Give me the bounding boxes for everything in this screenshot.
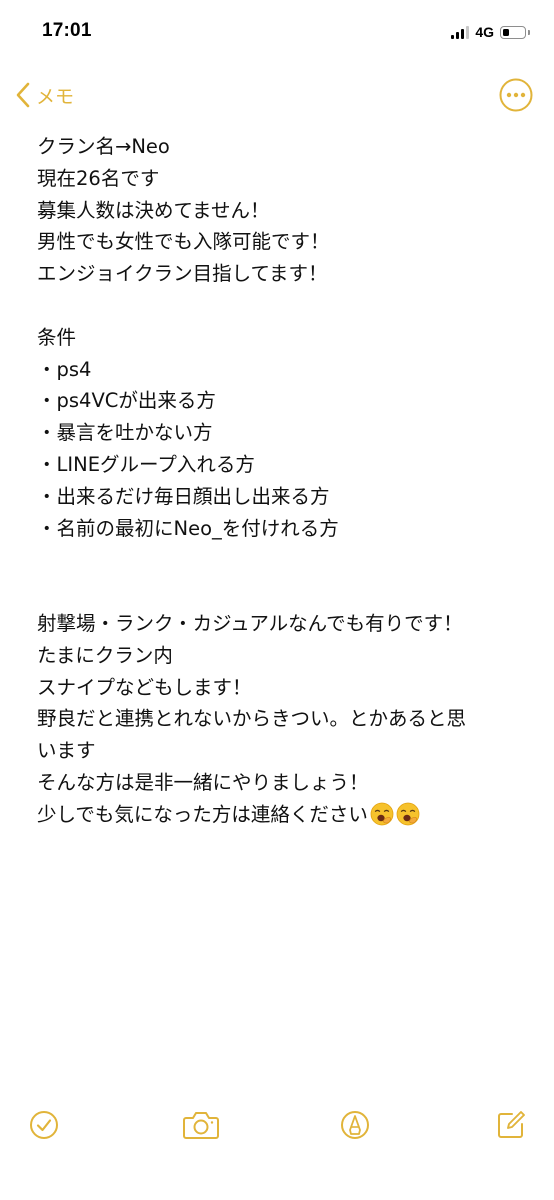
camera-button[interactable]	[181, 1108, 221, 1142]
markup-button[interactable]	[338, 1108, 372, 1142]
note-line	[37, 290, 537, 322]
note-line-text: ・ps4VCが出来る方	[37, 389, 216, 413]
network-type: 4G	[475, 24, 494, 40]
note-line: います	[37, 735, 537, 767]
note-line-text: たまにクラン内	[37, 643, 173, 667]
battery-icon	[500, 25, 526, 39]
note-line: ・出来るだけ毎日顔出し出来る方	[37, 481, 537, 513]
camera-icon	[183, 1112, 219, 1139]
status-bar: 17:01 4G	[0, 0, 554, 66]
note-line-text: スナイプなどもします！	[37, 675, 252, 699]
note-line-text: 現在26名です	[37, 166, 160, 190]
compose-button[interactable]	[494, 1108, 528, 1142]
note-line-text: そんな方は是非一緒にやりましょう！	[37, 770, 369, 794]
note-line: ・LINEグループ入れる方	[37, 449, 537, 481]
note-line-text: 野良だと連携とれないからきつい。とかあると思	[37, 707, 467, 731]
note-line: ・ps4	[37, 354, 537, 386]
checklist-icon	[30, 1111, 58, 1139]
markup-pen-icon	[341, 1111, 369, 1139]
note-line-text: 射撃場・ランク・カジュアルなんでも有りです！	[37, 611, 463, 635]
note-line-text: 募集人数は決めてません！	[37, 198, 270, 222]
note-line: 募集人数は決めてません！	[37, 195, 537, 227]
note-line-text: ・名前の最初にNeo_を付けれる方	[37, 516, 339, 540]
note-line: 現在26名です	[37, 163, 537, 195]
note-line-text: クラン名→Neo	[37, 135, 170, 158]
note-line: エンジョイクラン目指してます！	[37, 258, 537, 290]
back-label: メモ	[36, 85, 75, 108]
status-indicators: 4G	[451, 22, 530, 42]
note-line: たまにクラン内	[37, 640, 537, 672]
note-line-text: います	[37, 739, 96, 763]
cellular-signal-icon	[451, 25, 470, 39]
note-line: そんな方は是非一緒にやりましょう！	[37, 767, 537, 799]
note-line: ・名前の最初にNeo_を付けれる方	[37, 513, 537, 545]
yawning-face-emoji	[370, 802, 394, 826]
note-line: 射撃場・ランク・カジュアルなんでも有りです！	[37, 608, 537, 640]
note-line: 条件	[37, 322, 537, 354]
more-options-button[interactable]	[498, 77, 534, 113]
checklist-button[interactable]	[27, 1108, 61, 1142]
battery-level	[503, 28, 509, 36]
back-button[interactable]: メモ	[16, 78, 74, 112]
status-time: 17:01	[42, 20, 92, 41]
ellipsis-circle-icon	[499, 78, 533, 112]
note-line-text: 男性でも女性でも入隊可能です！	[37, 230, 330, 254]
note-line-text: ・ps4	[37, 357, 92, 381]
note-line: スナイプなどもします！	[37, 672, 537, 704]
chevron-left-icon	[16, 82, 30, 108]
note-line-text: ・暴言を吐かない方	[37, 421, 213, 445]
yawning-face-emoji	[396, 802, 420, 826]
note-text-area[interactable]: クラン名→Neo 現在26名です募集人数は決めてません！ 男性でも女性でも入隊可能で…	[37, 131, 537, 831]
note-line-text: ・LINEグループ入れる方	[37, 452, 255, 476]
note-line	[37, 576, 537, 608]
note-line-text: 少しでも気になった方は連絡ください	[37, 802, 368, 826]
note-line-text: ・出来るだけ毎日顔出し出来る方	[37, 484, 330, 508]
note-line-text: エンジョイクラン目指してます！	[37, 262, 328, 286]
note-line: クラン名→Neo	[37, 131, 537, 163]
bottom-toolbar	[0, 1100, 554, 1150]
note-line: 少しでも気になった方は連絡ください	[37, 799, 537, 831]
navigation-bar: メモ	[0, 70, 554, 120]
note-line: ・ps4VCが出来る方	[37, 385, 537, 417]
compose-icon	[498, 1111, 525, 1138]
note-line: 男性でも女性でも入隊可能です！	[37, 226, 537, 258]
note-line-text: 条件	[37, 325, 77, 349]
note-line	[37, 544, 537, 576]
note-line: ・暴言を吐かない方	[37, 417, 537, 449]
battery-cap	[528, 29, 530, 35]
note-line: 野良だと連携とれないからきつい。とかあると思	[37, 703, 537, 735]
